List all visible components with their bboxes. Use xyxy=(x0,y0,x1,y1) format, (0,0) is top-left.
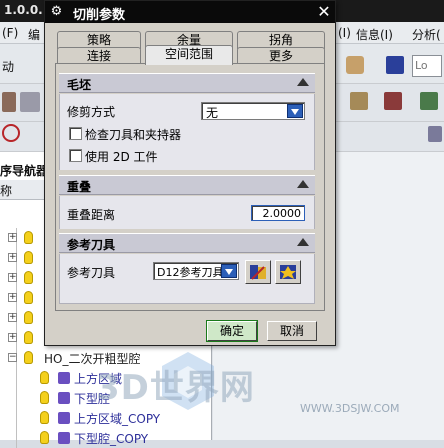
info-icon[interactable] xyxy=(386,56,404,74)
menu-info[interactable]: 信息(I) xyxy=(356,26,393,43)
lightbulb-icon xyxy=(24,311,33,324)
group-header-overlap[interactable]: 重叠 xyxy=(59,175,315,195)
reference-tool-dropdown[interactable]: D12参考刀具 xyxy=(153,262,239,280)
dialog-title: 切削参数 xyxy=(73,8,126,23)
menu-edit[interactable]: 编 xyxy=(28,26,40,43)
cutting-parameters-dialog: ⚙ 切削参数 ✕ 策略 余量 拐角 连接 空间范围 更多 毛坯 修剪方式 无 检… xyxy=(44,0,336,346)
check-tool-checkbox[interactable] xyxy=(69,127,82,140)
lightbulb-icon xyxy=(24,291,33,304)
reference-tool-label: 参考刀具 xyxy=(67,266,116,280)
collapse-arrow-icon[interactable] xyxy=(297,238,309,246)
tool-icon[interactable] xyxy=(350,92,368,110)
lightbulb-icon xyxy=(24,331,33,344)
toolbar-label-fragment: 动 xyxy=(2,60,15,74)
edit-tool-button[interactable] xyxy=(245,260,271,284)
watermark-url: WWW.3DSJW.COM xyxy=(300,402,400,415)
check-tool-label: 检查刀具和夹持器 xyxy=(85,128,182,142)
app-title: 1.0.0. xyxy=(4,3,43,17)
trim-value: 无 xyxy=(206,106,219,120)
overlap-distance-input[interactable]: 2.0000 xyxy=(251,205,305,221)
collapse-icon[interactable]: − xyxy=(8,353,17,362)
gear-icon[interactable]: ⚙ xyxy=(49,4,64,19)
operation-icon xyxy=(58,412,70,424)
group-title: 重叠 xyxy=(67,180,92,194)
trim-dropdown[interactable]: 无 xyxy=(201,102,305,120)
tree-line xyxy=(16,428,17,448)
operation-icon xyxy=(58,372,70,384)
close-icon[interactable]: ✕ xyxy=(315,3,333,21)
chevron-down-icon[interactable] xyxy=(221,264,237,278)
reference-tool-value: D12参考刀具 xyxy=(157,266,224,279)
cancel-button[interactable]: 取消 xyxy=(267,321,317,341)
search-input[interactable]: Lo xyxy=(412,55,442,77)
ok-button[interactable]: 确定 xyxy=(206,320,258,342)
move-icon[interactable] xyxy=(384,92,402,110)
lightbulb-icon xyxy=(40,431,49,444)
group-title: 参考刀具 xyxy=(67,238,116,252)
expand-icon[interactable]: + xyxy=(8,233,17,242)
view-icon[interactable] xyxy=(428,126,442,142)
use-2d-checkbox[interactable] xyxy=(69,149,82,162)
box-icon[interactable] xyxy=(20,92,40,112)
collapse-arrow-icon[interactable] xyxy=(297,180,309,188)
dialog-titlebar: ⚙ 切削参数 ✕ xyxy=(45,1,335,23)
lightbulb-icon xyxy=(24,271,33,284)
tab-containment[interactable]: 空间范围 xyxy=(145,45,233,65)
group-title: 毛坯 xyxy=(67,78,92,92)
part-icon[interactable] xyxy=(2,92,16,112)
group-header-reference-tool[interactable]: 参考刀具 xyxy=(59,233,315,253)
menu-analysis[interactable]: 分析( xyxy=(412,26,441,43)
cursor-icon[interactable] xyxy=(346,56,364,74)
lightbulb-icon xyxy=(40,391,49,404)
tree-line xyxy=(16,408,17,428)
lightbulb-icon xyxy=(24,351,33,364)
new-tool-icon xyxy=(280,265,296,279)
network-icon[interactable] xyxy=(2,124,20,142)
name-column-header[interactable]: 称 xyxy=(0,182,12,199)
watermark-text: 3D世界网 xyxy=(96,368,255,408)
expand-icon[interactable]: + xyxy=(8,293,17,302)
tree-line xyxy=(16,388,17,408)
chevron-down-icon[interactable] xyxy=(287,104,303,118)
lightbulb-icon xyxy=(40,371,49,384)
operation-icon xyxy=(58,392,70,404)
trim-label: 修剪方式 xyxy=(67,105,116,119)
edit-tool-icon xyxy=(250,265,266,280)
use-2d-label: 使用 2D 工件 xyxy=(85,150,158,164)
expand-icon[interactable]: + xyxy=(8,273,17,282)
lightbulb-icon xyxy=(24,231,33,244)
menu-insert-fragment[interactable]: (I) xyxy=(338,26,351,40)
new-tool-button[interactable] xyxy=(275,260,301,284)
collapse-arrow-icon[interactable] xyxy=(297,78,309,86)
operation-label: 下型腔_COPY xyxy=(74,432,149,446)
lightbulb-icon xyxy=(40,411,49,424)
expand-icon[interactable]: + xyxy=(8,313,17,322)
overlap-distance-label: 重叠距离 xyxy=(67,208,116,222)
expand-icon[interactable]: + xyxy=(8,253,17,262)
cube-icon[interactable] xyxy=(420,92,438,110)
group-header-blank[interactable]: 毛坯 xyxy=(59,73,315,93)
menu-file[interactable]: (F) xyxy=(2,26,18,40)
tree-line xyxy=(16,368,17,388)
lightbulb-icon xyxy=(24,251,33,264)
expand-icon[interactable]: + xyxy=(8,333,17,342)
operation-icon xyxy=(58,432,70,444)
navigator-title: 序导航器 xyxy=(0,164,49,178)
